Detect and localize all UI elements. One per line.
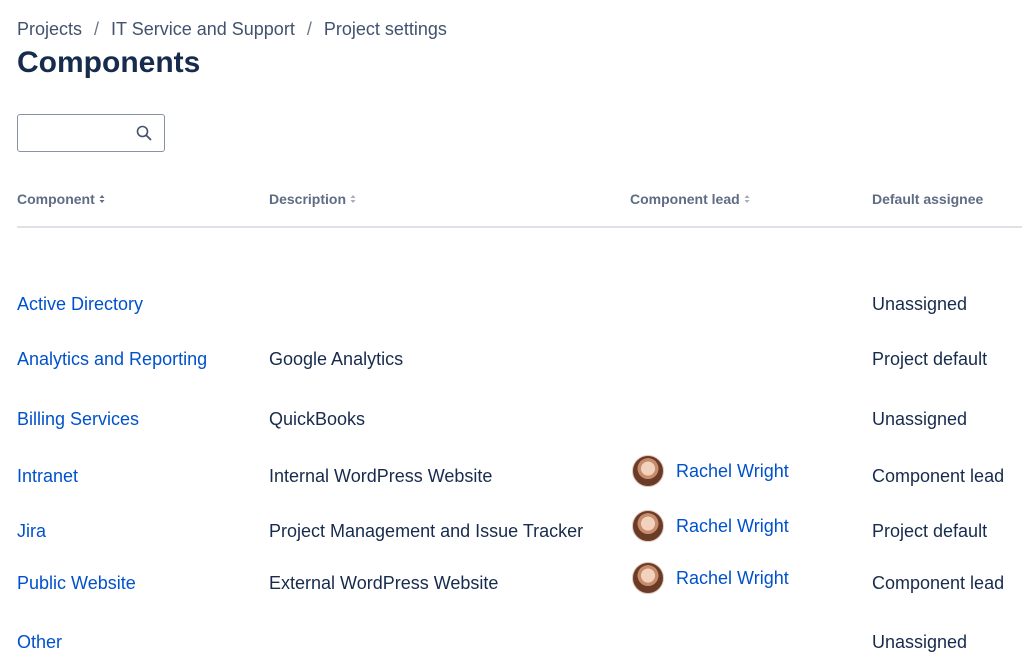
component-description: Google Analytics <box>269 349 404 369</box>
component-link[interactable]: Intranet <box>17 466 78 487</box>
default-assignee: Unassigned <box>872 632 968 652</box>
component-link[interactable]: Analytics and Reporting <box>17 349 207 370</box>
breadcrumb-item-projects[interactable]: Projects <box>17 19 82 40</box>
column-header-description[interactable]: Description <box>269 191 356 207</box>
default-assignee: Project default <box>872 521 988 541</box>
column-header-component[interactable]: Component <box>17 191 105 207</box>
default-assignee: Component lead <box>872 573 1005 593</box>
component-link[interactable]: Other <box>17 632 62 653</box>
component-description: Internal WordPress Website <box>269 466 493 486</box>
column-header-label: Description <box>269 191 347 207</box>
component-lead-link[interactable]: Rachel Wright <box>676 568 789 589</box>
component-description: External WordPress Website <box>269 573 499 593</box>
default-assignee: Project default <box>872 349 988 369</box>
component-lead: Rachel Wright <box>632 562 789 594</box>
component-description: Project Management and Issue Tracker <box>269 521 584 541</box>
breadcrumb-item-project-settings[interactable]: Project settings <box>324 19 447 40</box>
default-assignee: Unassigned <box>872 294 968 314</box>
sort-icon <box>99 195 105 203</box>
component-link[interactable]: Billing Services <box>17 409 139 430</box>
column-header-default-assignee: Default assignee <box>872 191 983 207</box>
table-header: Component Description Component lead Def… <box>17 180 1022 228</box>
breadcrumb-separator: / <box>306 19 312 39</box>
sort-icon <box>350 195 356 203</box>
column-header-label: Component <box>17 191 95 207</box>
breadcrumb: Projects / IT Service and Support / Proj… <box>17 19 447 40</box>
breadcrumb-item-project[interactable]: IT Service and Support <box>111 19 295 40</box>
sort-icon <box>744 195 750 203</box>
component-lead-link[interactable]: Rachel Wright <box>676 516 789 537</box>
component-link[interactable]: Public Website <box>17 573 136 594</box>
search-input[interactable] <box>18 115 144 151</box>
component-lead: Rachel Wright <box>632 455 789 487</box>
component-link[interactable]: Jira <box>17 521 46 542</box>
column-header-component-lead[interactable]: Component lead <box>630 191 750 207</box>
components-table: Component Description Component lead Def… <box>17 180 1022 652</box>
default-assignee: Component lead <box>872 466 1005 486</box>
default-assignee: Unassigned <box>872 409 968 429</box>
avatar <box>632 562 664 594</box>
search-icon[interactable] <box>136 125 152 141</box>
component-lead: Rachel Wright <box>632 510 789 542</box>
search-field[interactable] <box>17 114 165 152</box>
avatar <box>632 455 664 487</box>
avatar <box>632 510 664 542</box>
column-header-label: Component lead <box>630 191 740 207</box>
component-lead-link[interactable]: Rachel Wright <box>676 461 789 482</box>
component-description: QuickBooks <box>269 409 366 429</box>
column-header-label: Default assignee <box>872 191 984 207</box>
component-link[interactable]: Active Directory <box>17 294 143 315</box>
breadcrumb-separator: / <box>94 19 100 39</box>
page-title: Components <box>17 46 201 79</box>
